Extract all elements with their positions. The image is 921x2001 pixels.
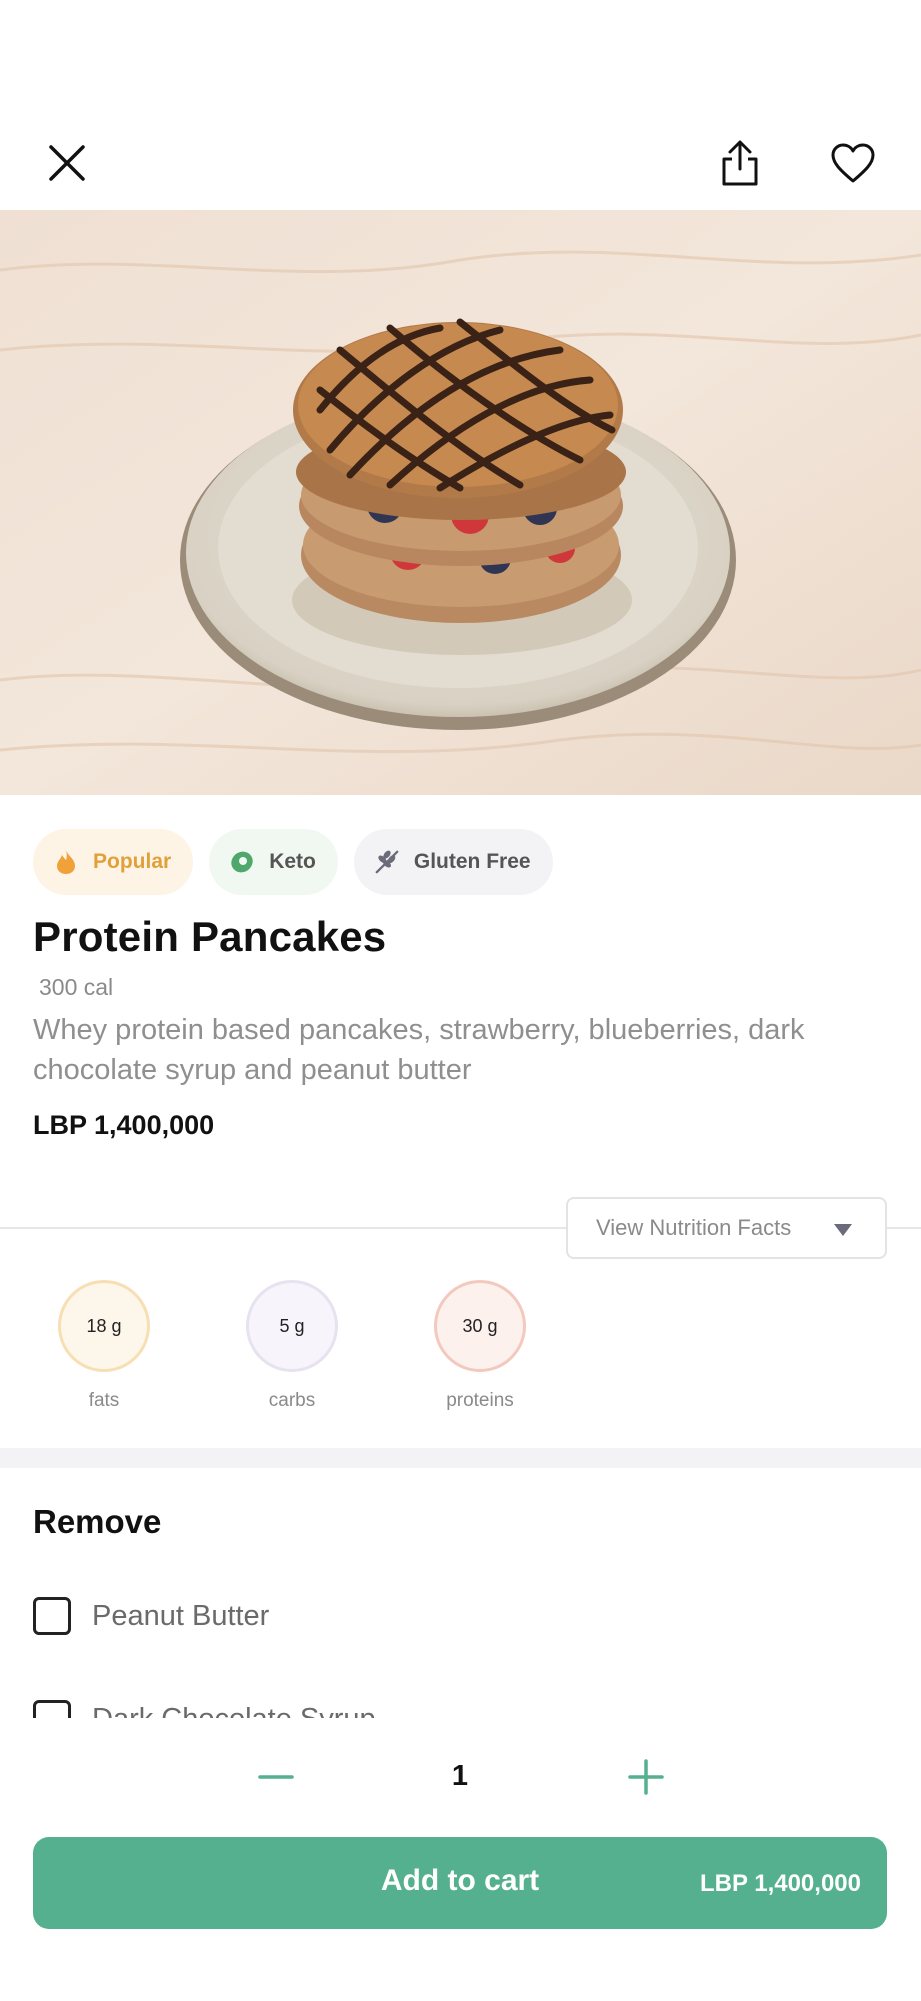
add-to-cart-button[interactable]: Add to cart LBP 1,400,000: [33, 1837, 887, 1929]
close-button[interactable]: [39, 135, 95, 191]
tag-gluten-free: Gluten Free: [353, 829, 553, 895]
top-bar: [0, 0, 921, 210]
section-separator: [0, 1448, 921, 1468]
wheat-crossed-icon: [374, 849, 400, 875]
remove-section-title: Remove: [33, 1503, 162, 1540]
nutrition-button-label: View Nutrition Facts: [596, 1215, 792, 1240]
share-button[interactable]: [712, 135, 768, 191]
tag-label: Gluten Free: [413, 850, 531, 873]
macro-label: proteins: [446, 1390, 514, 1411]
macro-value: 18 g: [58, 1280, 150, 1372]
macro-proteins: 30 g proteins: [420, 1280, 540, 1412]
view-nutrition-facts-button[interactable]: View Nutrition Facts: [566, 1197, 887, 1259]
quantity-value: 1: [451, 1760, 469, 1792]
product-price: LBP 1,400,000: [33, 1110, 215, 1140]
checkbox[interactable]: [33, 1597, 71, 1635]
increase-quantity-button[interactable]: [628, 1759, 664, 1795]
macro-label: carbs: [268, 1390, 316, 1411]
macro-value: 30 g: [434, 1280, 526, 1372]
tag-popular: Popular: [33, 829, 194, 895]
tag-list: Popular Keto Gluten Free: [33, 829, 553, 895]
tag-keto: Keto: [209, 829, 338, 895]
tag-label: Keto: [269, 850, 316, 873]
cart-total: LBP 1,400,000: [699, 1870, 861, 1897]
product-image: [0, 210, 921, 795]
remove-option-peanut-butter[interactable]: Peanut Butter: [33, 1597, 269, 1635]
decrease-quantity-button[interactable]: [258, 1759, 294, 1795]
plus-icon: [628, 1759, 664, 1795]
avocado-icon: [229, 849, 255, 875]
product-title: Protein Pancakes: [33, 913, 387, 960]
share-icon: [722, 140, 758, 186]
favorite-button[interactable]: [825, 135, 881, 191]
close-icon: [49, 145, 85, 181]
macro-value: 5 g: [246, 1280, 338, 1372]
flame-icon: [53, 849, 79, 875]
product-calories: 300 cal: [39, 974, 114, 1000]
macro-carbs: 5 g carbs: [232, 1280, 352, 1412]
tag-label: Popular: [93, 850, 172, 873]
heart-icon: [831, 143, 875, 183]
caret-down-icon: [834, 1224, 852, 1236]
macro-label: fats: [88, 1390, 120, 1411]
option-label: Peanut Butter: [92, 1599, 270, 1632]
product-description: Whey protein based pancakes, strawberry,…: [33, 1014, 805, 1086]
minus-icon: [258, 1775, 294, 1779]
macro-fats: 18 g fats: [44, 1280, 164, 1412]
